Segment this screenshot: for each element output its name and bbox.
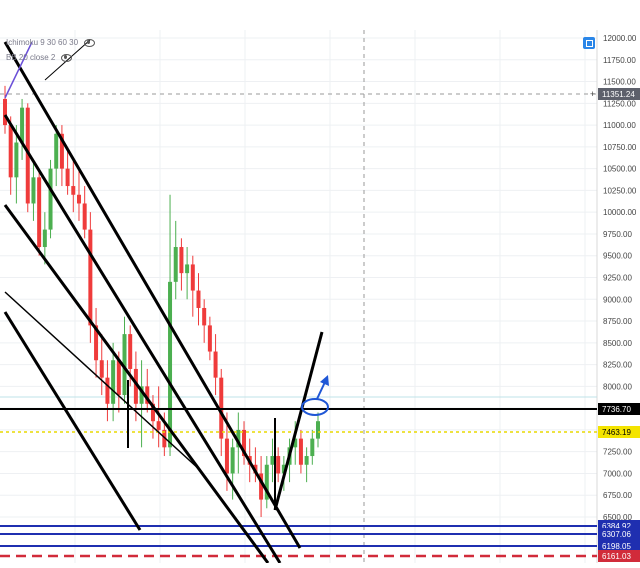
candle-body bbox=[128, 334, 133, 369]
candle-body bbox=[116, 360, 121, 396]
candle-body bbox=[276, 456, 281, 474]
candle-body bbox=[48, 168, 53, 230]
candle-body bbox=[105, 377, 110, 404]
y-tick-label: 11250.00 bbox=[603, 99, 636, 108]
price-level-label: 7736.70 bbox=[602, 405, 631, 414]
candle-body bbox=[42, 229, 47, 248]
y-tick-label: 9500.00 bbox=[603, 252, 632, 261]
y-tick-label: 9250.00 bbox=[603, 274, 632, 283]
price-level-label: 6161.03 bbox=[602, 552, 631, 561]
bb-legend-label: BB 20 close 2 bbox=[6, 53, 56, 62]
chart-settings-button[interactable] bbox=[583, 37, 595, 49]
bb-legend[interactable]: BB 20 close 2 bbox=[6, 53, 73, 62]
candle-body bbox=[310, 438, 315, 457]
candle-body bbox=[37, 177, 42, 248]
candle-body bbox=[304, 456, 309, 465]
candle-body bbox=[71, 186, 76, 195]
trend-line bbox=[273, 331, 324, 511]
eye-icon[interactable] bbox=[84, 38, 96, 47]
price-chart[interactable]: 12000.00 11750.00 11500.00 11250.00 11000.00… bbox=[0, 0, 640, 564]
candle-body bbox=[76, 194, 81, 204]
candle-body bbox=[156, 421, 161, 430]
candle-body bbox=[20, 107, 25, 143]
candle-body bbox=[88, 229, 93, 326]
candle-body bbox=[224, 438, 229, 474]
y-tick-label: 10500.00 bbox=[603, 165, 637, 174]
candle-body bbox=[99, 360, 104, 378]
ichimoku-legend-label: Ichimoku 9 30 60 30 bbox=[6, 38, 79, 47]
breakout-ellipse bbox=[301, 398, 329, 416]
candle-body bbox=[54, 133, 59, 169]
y-tick-label: 10000.00 bbox=[603, 208, 637, 217]
candle-body bbox=[111, 360, 116, 404]
y-tick-label: 10750.00 bbox=[603, 143, 637, 152]
candle-body bbox=[31, 177, 36, 204]
crosshair-price-label: 11351.24 bbox=[602, 90, 635, 99]
candle-body bbox=[179, 247, 184, 274]
y-tick-label: 6750.00 bbox=[603, 491, 632, 500]
candle-body bbox=[270, 456, 275, 465]
candle-body bbox=[298, 438, 303, 465]
candle-body bbox=[82, 203, 87, 230]
y-tick-label: 8500.00 bbox=[603, 339, 632, 348]
trend-line bbox=[3, 114, 282, 564]
candle-body bbox=[3, 98, 7, 126]
candle-body bbox=[207, 325, 212, 352]
y-tick-label: 11750.00 bbox=[603, 56, 636, 65]
candle-body bbox=[316, 421, 320, 439]
candle-body bbox=[213, 351, 218, 378]
candle-body bbox=[230, 447, 235, 474]
y-tick-label: 8250.00 bbox=[603, 361, 632, 370]
price-level-label: 7463.19 bbox=[602, 428, 631, 437]
eye-icon[interactable] bbox=[61, 53, 73, 62]
breakout-arrow bbox=[316, 381, 326, 400]
candle-body bbox=[173, 247, 178, 282]
candle-body bbox=[14, 142, 19, 178]
crosshair-plus-icon: + bbox=[590, 89, 595, 99]
y-tick-label: 9750.00 bbox=[603, 230, 632, 239]
candle-body bbox=[185, 264, 190, 274]
y-tick-label: 10250.00 bbox=[603, 186, 637, 195]
y-tick-label: 7250.00 bbox=[603, 448, 632, 457]
candle-body bbox=[190, 264, 195, 291]
trend-line bbox=[3, 204, 270, 564]
y-tick-label: 9000.00 bbox=[603, 295, 632, 304]
trend-line bbox=[3, 311, 142, 531]
price-level-label: 6307.06 bbox=[602, 530, 631, 539]
candle-body bbox=[168, 281, 173, 448]
candle-body bbox=[8, 125, 13, 178]
candle-body bbox=[65, 168, 70, 187]
candle-body bbox=[202, 307, 207, 326]
candle-body bbox=[196, 290, 201, 308]
trend-line bbox=[3, 41, 302, 549]
y-tick-label: 11000.00 bbox=[603, 121, 636, 130]
price-level-label: 6198.05 bbox=[602, 542, 631, 551]
y-tick-label: 8750.00 bbox=[603, 317, 632, 326]
y-tick-label: 12000.00 bbox=[603, 34, 637, 43]
y-tick-label: 7000.00 bbox=[603, 469, 632, 478]
ichimoku-legend[interactable]: Ichimoku 9 30 60 30 bbox=[6, 38, 96, 47]
y-tick-label: 8000.00 bbox=[603, 382, 632, 391]
y-tick-label: 11500.00 bbox=[603, 78, 636, 87]
chart-canvas[interactable]: 12000.00 11750.00 11500.00 11250.00 11000.00… bbox=[0, 0, 640, 564]
